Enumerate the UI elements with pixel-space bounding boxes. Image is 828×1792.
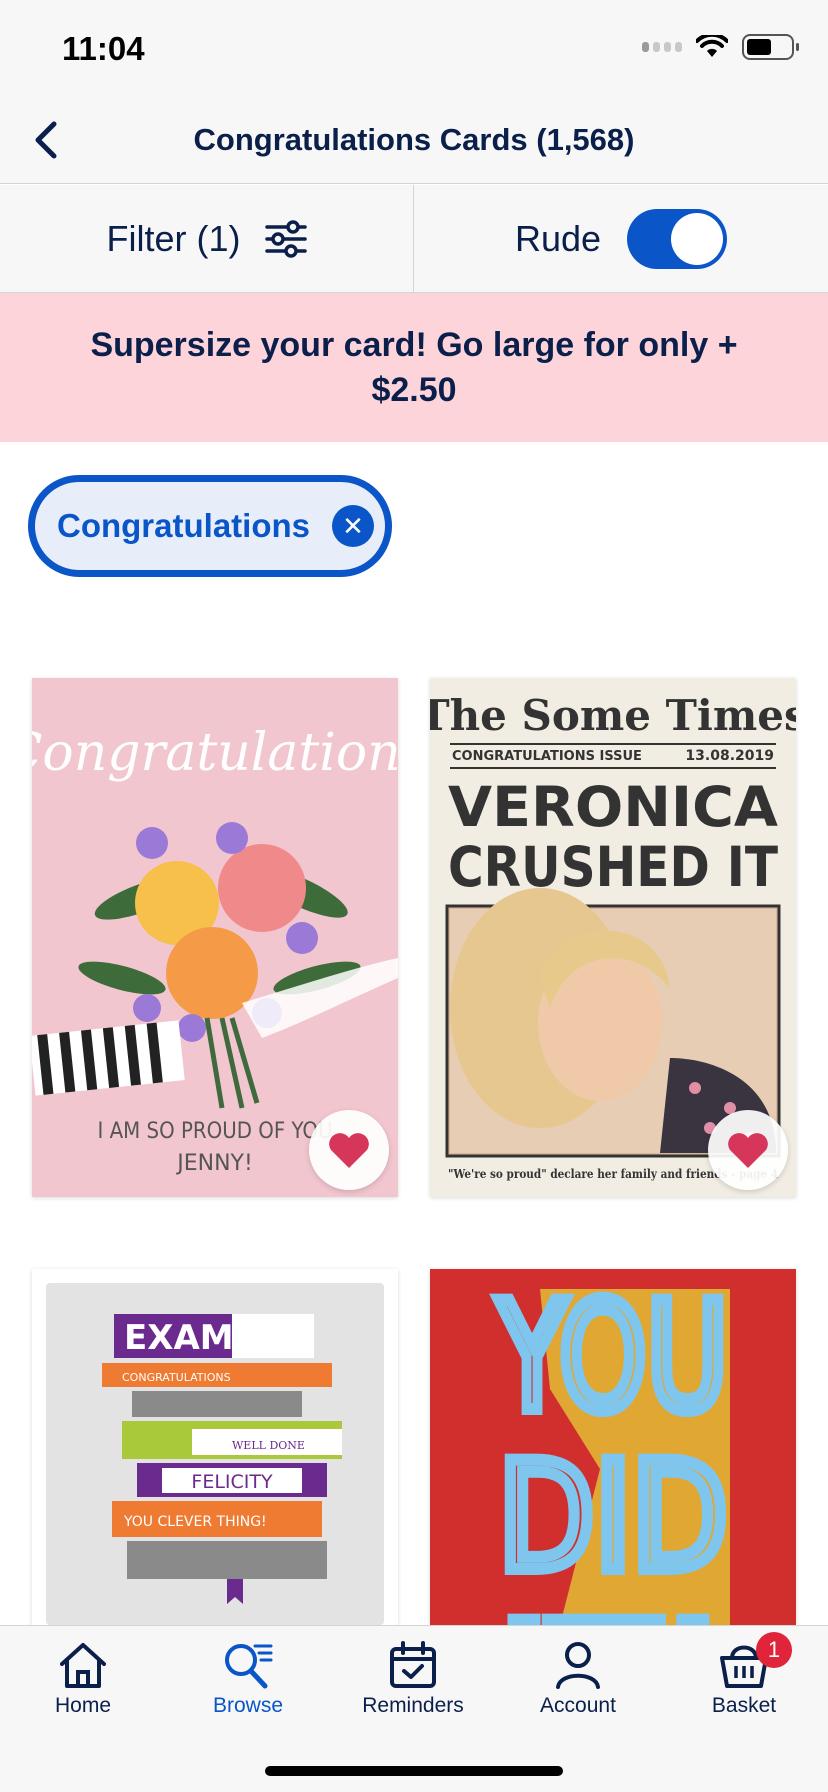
status-time: 11:04 (62, 30, 145, 67)
calendar-check-icon (390, 1641, 436, 1688)
tab-account[interactable]: Account (508, 1640, 648, 1718)
favorite-button[interactable] (708, 1110, 788, 1190)
chip-label: Congratulations (57, 507, 310, 544)
browse-search-icon (225, 1644, 273, 1689)
card-exam-books[interactable]: EXAM CONGRATULATIONS WELL DONE FELICITY … (32, 1269, 398, 1625)
card-message-line2: JENNY! (175, 1151, 253, 1176)
newspaper-headline-1: VERONICA (448, 775, 778, 839)
filter-bar: Filter (1) Rude (0, 185, 828, 293)
promo-banner[interactable]: Supersize your card! Go large for only +… (0, 293, 828, 442)
cellular-signal-icon (642, 42, 682, 52)
newspaper-date: 13.08.2019 (685, 748, 774, 764)
book-label-4: FELICITY (191, 1471, 273, 1493)
rude-toggle[interactable] (627, 208, 728, 269)
tab-basket[interactable]: Basket 1 (674, 1632, 814, 1718)
active-filter-chip[interactable]: Congratulations ✕ (28, 475, 392, 577)
card-line-3: IT! (498, 1591, 728, 1625)
heart-icon (728, 1133, 768, 1168)
page-title: Congratulations Cards (1,568) (193, 122, 635, 157)
promo-text: Supersize your card! Go large for only +… (90, 326, 738, 409)
card-congratulations-bouquet[interactable]: Congratulations (32, 678, 398, 1197)
filter-button[interactable]: Filter (1) (0, 185, 414, 292)
status-icons (642, 34, 799, 60)
tab-label: Account (540, 1694, 616, 1717)
battery-icon (742, 34, 799, 60)
home-icon (60, 1643, 106, 1688)
newspaper-masthead: The Some Times (430, 691, 796, 740)
card-line-1: YOU (497, 1271, 728, 1445)
heart-icon (329, 1133, 369, 1168)
tab-home[interactable]: Home (13, 1640, 153, 1718)
newspaper-headline-2: CRUSHED IT (448, 835, 778, 899)
card-headline: Congratulations (32, 723, 398, 783)
book-label-3: WELL DONE (232, 1439, 305, 1452)
tab-label: Reminders (362, 1694, 464, 1717)
book-label-1: EXAM (124, 1318, 234, 1358)
home-indicator (265, 1766, 563, 1776)
basket-count-badge: 1 (756, 1632, 792, 1668)
toggle-knob (671, 212, 724, 265)
newspaper-issue: CONGRATULATIONS ISSUE (452, 749, 642, 764)
card-message-line1: I AM SO PROUD OF YOU (98, 1119, 333, 1144)
wifi-icon (696, 35, 728, 57)
tab-label: Basket (711, 1694, 777, 1717)
rude-label: Rude (514, 217, 602, 259)
favorite-button[interactable] (309, 1110, 389, 1190)
card-artwork: YOU DID IT! (430, 1269, 796, 1625)
close-icon[interactable]: ✕ (332, 505, 374, 547)
book-label-5: YOU CLEVER THING! (123, 1514, 267, 1530)
card-newspaper-photo[interactable]: The Some Times CONGRATULATIONS ISSUE 13.… (430, 678, 796, 1197)
card-you-did-it[interactable]: YOU DID IT! (430, 1269, 796, 1625)
tab-label: Browse (212, 1694, 284, 1717)
sliders-icon (264, 219, 307, 258)
nav-header: Congratulations Cards (1,568) (0, 100, 828, 184)
tab-label: Home (54, 1694, 112, 1717)
tab-reminders[interactable]: Reminders (343, 1640, 483, 1718)
filter-label: Filter (1) (106, 217, 241, 259)
tab-browse[interactable]: Browse (178, 1640, 318, 1718)
book-label-2: CONGRATULATIONS (122, 1371, 231, 1384)
status-bar: 11:04 (0, 0, 828, 100)
card-artwork: EXAM CONGRATULATIONS WELL DONE FELICITY … (32, 1269, 398, 1625)
card-line-2: DID (498, 1431, 728, 1605)
user-icon (556, 1642, 600, 1689)
rude-toggle-row: Rude (414, 185, 828, 292)
